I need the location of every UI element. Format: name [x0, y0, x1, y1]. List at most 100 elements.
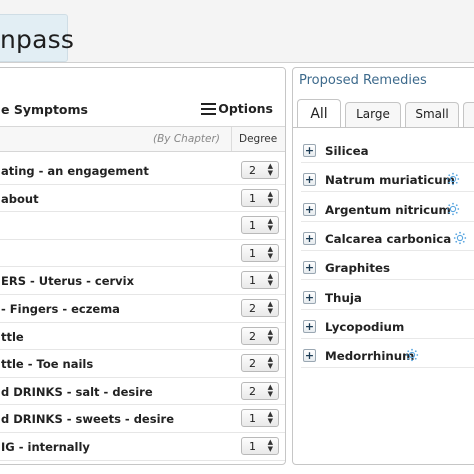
column-header-chapter[interactable]: (By Chapter) [153, 133, 220, 145]
updown-arrows-icon: ▲ ▼ [267, 272, 273, 288]
symptom-row[interactable]: 1 ▲ ▼ [0, 240, 285, 268]
tab-more[interactable] [463, 102, 474, 127]
symptom-row[interactable]: d DRINKS - salt - desire 2 ▲ ▼ [0, 378, 285, 406]
column-divider [231, 127, 232, 151]
tab-all[interactable]: All [297, 99, 341, 128]
remedy-item[interactable]: + Medorrhinum [301, 344, 474, 369]
updown-arrows-icon: ▲ ▼ [267, 410, 273, 426]
remedy-item[interactable]: + Argentum nitricum [301, 198, 474, 222]
symptom-text: ERS - Uterus - cervix [1, 274, 135, 289]
symptom-row[interactable]: ttle 2 ▲ ▼ [0, 323, 285, 351]
updown-arrows-icon: ▲ ▼ [267, 244, 273, 260]
options-button[interactable]: Options [201, 101, 273, 116]
degree-value: 1 [249, 439, 256, 453]
remedy-item[interactable]: + Natrum muriaticum [301, 168, 474, 193]
sun-icon [447, 173, 460, 186]
remedy-name: Medorrhinum [325, 349, 415, 364]
remedy-name: Silicea [325, 144, 369, 158]
tab-small[interactable]: Small [405, 102, 459, 127]
symptom-text: - Fingers - eczema [1, 301, 120, 316]
tab-large[interactable]: Large [345, 102, 401, 127]
symptom-list: ating - an engagement 2 ▲ ▼ about 1 ▲ ▼ 1 ▲ ▼ 1 ▲ ▼ ER… [0, 157, 285, 461]
degree-value: 1 [249, 246, 256, 260]
updown-arrows-icon: ▲ ▼ [267, 437, 273, 453]
updown-arrows-icon: ▲ ▼ [267, 382, 273, 398]
updown-arrows-icon: ▲ ▼ [267, 299, 273, 315]
remedies-panel-title: Proposed Remedies [299, 73, 427, 88]
degree-select[interactable]: 1 ▲ ▼ [241, 409, 279, 428]
expand-plus-icon[interactable]: + [303, 261, 316, 275]
updown-arrows-icon: ▲ ▼ [267, 162, 273, 177]
tabs-underline [293, 127, 474, 128]
remedy-name: Lycopodium [325, 319, 405, 334]
degree-select[interactable]: 1 ▲ ▼ [241, 243, 279, 262]
updown-arrows-icon: ▲ ▼ [267, 189, 273, 205]
symptom-text: IG - internally [1, 439, 90, 454]
expand-plus-icon[interactable]: + [303, 290, 316, 304]
options-label: Options [218, 101, 273, 116]
symptom-row[interactable]: ttle - Toe nails 2 ▲ ▼ [0, 350, 285, 378]
column-header-degree[interactable]: Degree [239, 133, 277, 145]
expand-plus-icon[interactable]: + [303, 173, 316, 187]
remedy-item[interactable]: + Silicea [301, 139, 474, 163]
remedy-name: Argentum nitricum [325, 202, 451, 217]
updown-arrows-icon: ▲ ▼ [267, 217, 273, 233]
symptoms-panel-header: e Symptoms Options [0, 68, 285, 127]
remedies-panel: Proposed Remedies All Large Small + Silicea… [292, 67, 474, 465]
degree-select[interactable]: 2 ▲ ▼ [241, 298, 279, 317]
degree-select[interactable]: 2 ▲ ▼ [241, 161, 279, 179]
expand-plus-icon[interactable]: + [303, 144, 316, 157]
degree-select[interactable]: 2 ▲ ▼ [241, 326, 279, 345]
updown-arrows-icon: ▲ ▼ [267, 355, 273, 371]
symptom-text: d DRINKS - sweets - desire [1, 412, 174, 427]
symptom-text: about [1, 191, 39, 206]
remedy-name: Thuja [325, 290, 362, 305]
remedy-item[interactable]: + Calcarea carbonica [301, 227, 474, 251]
app-title: npass [0, 25, 75, 54]
degree-select[interactable]: 2 ▲ ▼ [241, 381, 279, 400]
degree-value: 2 [249, 357, 256, 371]
remedy-item[interactable]: + Lycopodium [301, 315, 474, 339]
symptom-row[interactable]: ating - an engagement 2 ▲ ▼ [0, 157, 285, 185]
degree-value: 2 [249, 384, 256, 398]
remedy-name: Calcarea carbonica [325, 231, 452, 246]
sun-icon [453, 231, 467, 245]
degree-select[interactable]: 1 ▲ ▼ [241, 216, 279, 235]
symptoms-column-header: (By Chapter) Degree [0, 127, 285, 152]
symptom-row[interactable]: - Fingers - eczema 2 ▲ ▼ [0, 295, 285, 323]
degree-value: 1 [249, 191, 256, 205]
expand-plus-icon[interactable]: + [303, 319, 316, 333]
symptom-text: ttle - Toe nails [1, 357, 94, 372]
symptom-row[interactable]: about 1 ▲ ▼ [0, 185, 285, 213]
symptom-row[interactable]: d DRINKS - sweets - desire 1 ▲ ▼ [0, 405, 285, 433]
symptom-text: ating - an engagement [1, 164, 149, 178]
symptoms-panel-title: e Symptoms [1, 102, 88, 117]
degree-value: 1 [249, 412, 256, 426]
degree-value: 1 [249, 274, 256, 288]
expand-plus-icon[interactable]: + [303, 202, 316, 216]
symptom-row[interactable]: 1 ▲ ▼ [0, 212, 285, 240]
remedy-name: Graphites [325, 261, 391, 276]
symptom-row[interactable]: ERS - Uterus - cervix 1 ▲ ▼ [0, 267, 285, 295]
top-divider [0, 62, 474, 63]
remedy-item[interactable]: + Graphites [301, 256, 474, 281]
remedy-item[interactable]: + Thuja [301, 286, 474, 310]
degree-select[interactable]: 1 ▲ ▼ [241, 271, 279, 290]
remedy-tabs: All Large Small [297, 99, 474, 128]
expand-plus-icon[interactable]: + [303, 349, 316, 363]
hamburger-menu-icon [201, 102, 217, 115]
sun-icon [447, 202, 460, 215]
expand-plus-icon[interactable]: + [303, 231, 316, 245]
symptom-text: d DRINKS - salt - desire [1, 384, 153, 399]
symptoms-panel: e Symptoms Options (By Chapter) Degree a… [0, 67, 286, 465]
degree-select[interactable]: 1 ▲ ▼ [241, 436, 279, 455]
symptom-row[interactable]: IG - internally 1 ▲ ▼ [0, 433, 285, 461]
updown-arrows-icon: ▲ ▼ [267, 327, 273, 343]
degree-value: 1 [249, 219, 256, 233]
degree-value: 2 [249, 164, 256, 177]
symptom-text: ttle [1, 329, 24, 344]
degree-select[interactable]: 2 ▲ ▼ [241, 354, 279, 373]
sun-icon [405, 348, 419, 362]
degree-select[interactable]: 1 ▲ ▼ [241, 188, 279, 207]
degree-value: 2 [249, 301, 256, 315]
